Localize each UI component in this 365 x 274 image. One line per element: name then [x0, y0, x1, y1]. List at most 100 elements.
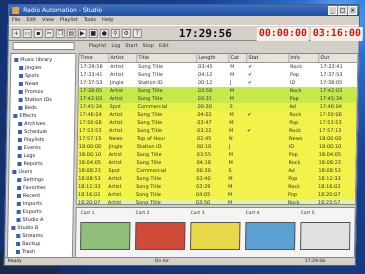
- table-cell: Song Title: [137, 88, 163, 94]
- menu-edit[interactable]: Edit: [26, 16, 36, 25]
- table-row[interactable]: 17:46:04 Artist Song Title 04:02 M ✔ Rock 17:50…: [78, 111, 357, 119]
- column-header[interactable]: Title: [137, 54, 198, 62]
- table-cell: Artist: [109, 88, 124, 94]
- cut-icon[interactable]: ✂: [44, 29, 54, 38]
- menu-help[interactable]: Help: [102, 16, 114, 25]
- new-icon[interactable]: +: [11, 29, 21, 38]
- tree-item[interactable]: Playlists: [17, 137, 44, 144]
- library-tree: Music library Jingles Spots News Promos Stati…: [6, 53, 77, 261]
- tree-item[interactable]: Logs: [17, 153, 35, 160]
- tree-item[interactable]: Beds: [18, 105, 37, 112]
- table-cell: Pop: [289, 96, 299, 102]
- tree-item[interactable]: News: [18, 81, 38, 88]
- maximize-button[interactable]: □: [338, 6, 348, 15]
- help-icon[interactable]: ?: [132, 29, 142, 38]
- tab-playlist[interactable]: Playlist: [88, 41, 107, 51]
- table-row[interactable]: 18:04:05 Artist Song Title 04:18 M Rock 18:08:…: [77, 159, 356, 167]
- main-clock: 17:29:56: [178, 27, 232, 40]
- table-row[interactable]: 18:08:53 Artist Song Title 03:40 M Pop 18:12:3…: [77, 175, 356, 183]
- tree-item[interactable]: Imports: [16, 201, 42, 208]
- tree-item[interactable]: Favorites: [17, 185, 46, 192]
- record-icon[interactable]: ●: [99, 29, 109, 38]
- play-icon[interactable]: ▶: [77, 29, 87, 38]
- tab-log[interactable]: Log: [111, 41, 120, 51]
- path-field[interactable]: [12, 42, 75, 50]
- table-cell: Ad: [289, 104, 297, 110]
- cart-block[interactable]: [299, 222, 351, 250]
- table-row[interactable]: 18:00:00 Jingle Station ID 00:10 J ID 18:00:10: [77, 143, 356, 151]
- cart-block[interactable]: [79, 222, 131, 250]
- tree-item[interactable]: Promos: [18, 89, 43, 96]
- table-row[interactable]: 18:16:02 Artist Song Title 04:05 M Pop 18:20:0…: [76, 191, 356, 199]
- table-row[interactable]: 18:12:33 Artist Song Title 03:29 M Rock 18:16:…: [77, 183, 356, 191]
- tree-item[interactable]: Studio A: [16, 217, 44, 224]
- table-row[interactable]: 17:45:34 Spot Commercial 00:30 S Ad 17:46:04: [78, 103, 357, 111]
- close-button[interactable]: ×: [348, 6, 358, 15]
- table-row[interactable]: 17:37:53 Jingle Station ID 00:12 J ✔ ID 17:38:0…: [78, 79, 357, 87]
- table-cell: 17:33:41: [79, 72, 103, 78]
- table-row[interactable]: 17:38:05 Artist Song Title 03:58 M Rock 17:42:…: [78, 87, 357, 95]
- remaining-time: 03:16:00: [310, 27, 364, 41]
- tree-item[interactable]: Studio B: [11, 225, 38, 232]
- settings-icon[interactable]: ⚙: [121, 29, 131, 38]
- column-header[interactable]: Artist: [109, 54, 138, 62]
- tree-item[interactable]: Jingles: [19, 65, 42, 72]
- menu-tools[interactable]: Tools: [84, 16, 96, 25]
- tree-item[interactable]: Effects: [13, 113, 36, 120]
- table-row[interactable]: 18:00:10 Artist Song Title 03:55 M Pop 18:04:0…: [77, 151, 356, 159]
- cart-block[interactable]: [244, 222, 296, 250]
- tree-item[interactable]: Exports: [16, 209, 42, 216]
- table-cell: ID: [289, 80, 296, 86]
- column-header[interactable]: Info: [289, 54, 320, 62]
- tree-item[interactable]: Schedule: [18, 129, 47, 136]
- menu-view[interactable]: View: [42, 16, 54, 25]
- paste-icon[interactable]: ▤: [66, 29, 76, 38]
- tab-stop[interactable]: Stop: [142, 41, 154, 51]
- tree-item[interactable]: Users: [12, 169, 32, 176]
- tree-item-label: Station IDs: [24, 97, 52, 103]
- title-bar[interactable]: Radio Automation - Studio _ □ ×: [9, 5, 360, 16]
- table-cell: M: [227, 200, 233, 205]
- search-icon[interactable]: ⚲: [110, 29, 120, 38]
- table-row[interactable]: 18:20:07 Artist Song Title 03:50 M Rock 18:23:…: [76, 199, 355, 205]
- cart-label: Cart 5: [300, 211, 315, 216]
- table-cell: ✔: [247, 72, 253, 78]
- stop-icon[interactable]: ■: [88, 29, 98, 38]
- tree-item[interactable]: Archives: [18, 121, 46, 128]
- tree-item[interactable]: Station IDs: [18, 97, 52, 104]
- column-header[interactable]: Stat: [247, 54, 290, 62]
- open-icon[interactable]: ▭: [22, 29, 32, 38]
- table-row[interactable]: 18:08:23 Spot Commercial 00:30 S Ad 18:08:53: [77, 167, 356, 175]
- copy-icon[interactable]: ❐: [55, 29, 65, 38]
- tree-item[interactable]: Recent: [16, 193, 40, 200]
- folder-icon: [17, 145, 22, 150]
- table-row[interactable]: 17:57:15 News Top of Hour 02:45 N News 18:00:0…: [77, 135, 357, 143]
- menu-playlist[interactable]: Playlist: [60, 16, 78, 25]
- column-header[interactable]: Out: [319, 54, 359, 62]
- tree-item[interactable]: Trash: [15, 249, 35, 256]
- column-header[interactable]: Time: [79, 54, 110, 62]
- tab-start[interactable]: Start: [125, 41, 137, 51]
- table-cell: 04:05: [195, 192, 211, 198]
- save-icon[interactable]: ▪: [33, 29, 43, 38]
- tree-item[interactable]: Spots: [19, 73, 39, 80]
- table-row[interactable]: 17:29:56 Artist Song Title 03:45 M ✔ Rock 17:33…: [79, 63, 358, 71]
- table-cell: S: [229, 104, 233, 110]
- table-row[interactable]: 17:42:03 Artist Song Title 03:31 M Pop 17:45:3…: [78, 95, 357, 103]
- column-header[interactable]: Cat: [229, 54, 248, 62]
- tree-item[interactable]: Events: [17, 145, 41, 152]
- tree-item[interactable]: Reports: [17, 161, 43, 168]
- minimize-button[interactable]: _: [328, 6, 338, 15]
- menu-file[interactable]: File: [12, 16, 21, 25]
- cart-block[interactable]: [134, 222, 186, 250]
- table-row[interactable]: 17:50:06 Artist Song Title 03:47 M Pop 17:53:5…: [78, 119, 357, 127]
- table-row[interactable]: 17:53:53 Artist Song Title 03:22 M ✔ Rock 17:57…: [78, 127, 357, 135]
- tree-item[interactable]: Settings: [17, 177, 44, 184]
- column-header[interactable]: Length: [197, 54, 230, 62]
- cart-block[interactable]: [189, 222, 241, 250]
- tree-item[interactable]: Music library: [14, 57, 52, 64]
- tree-item[interactable]: Streams: [16, 233, 43, 240]
- tree-item[interactable]: Backup: [16, 241, 40, 248]
- tab-edit[interactable]: Edit: [159, 41, 169, 51]
- table-row[interactable]: 17:33:41 Artist Song Title 04:12 M ✔ Pop 17:37:…: [78, 71, 358, 79]
